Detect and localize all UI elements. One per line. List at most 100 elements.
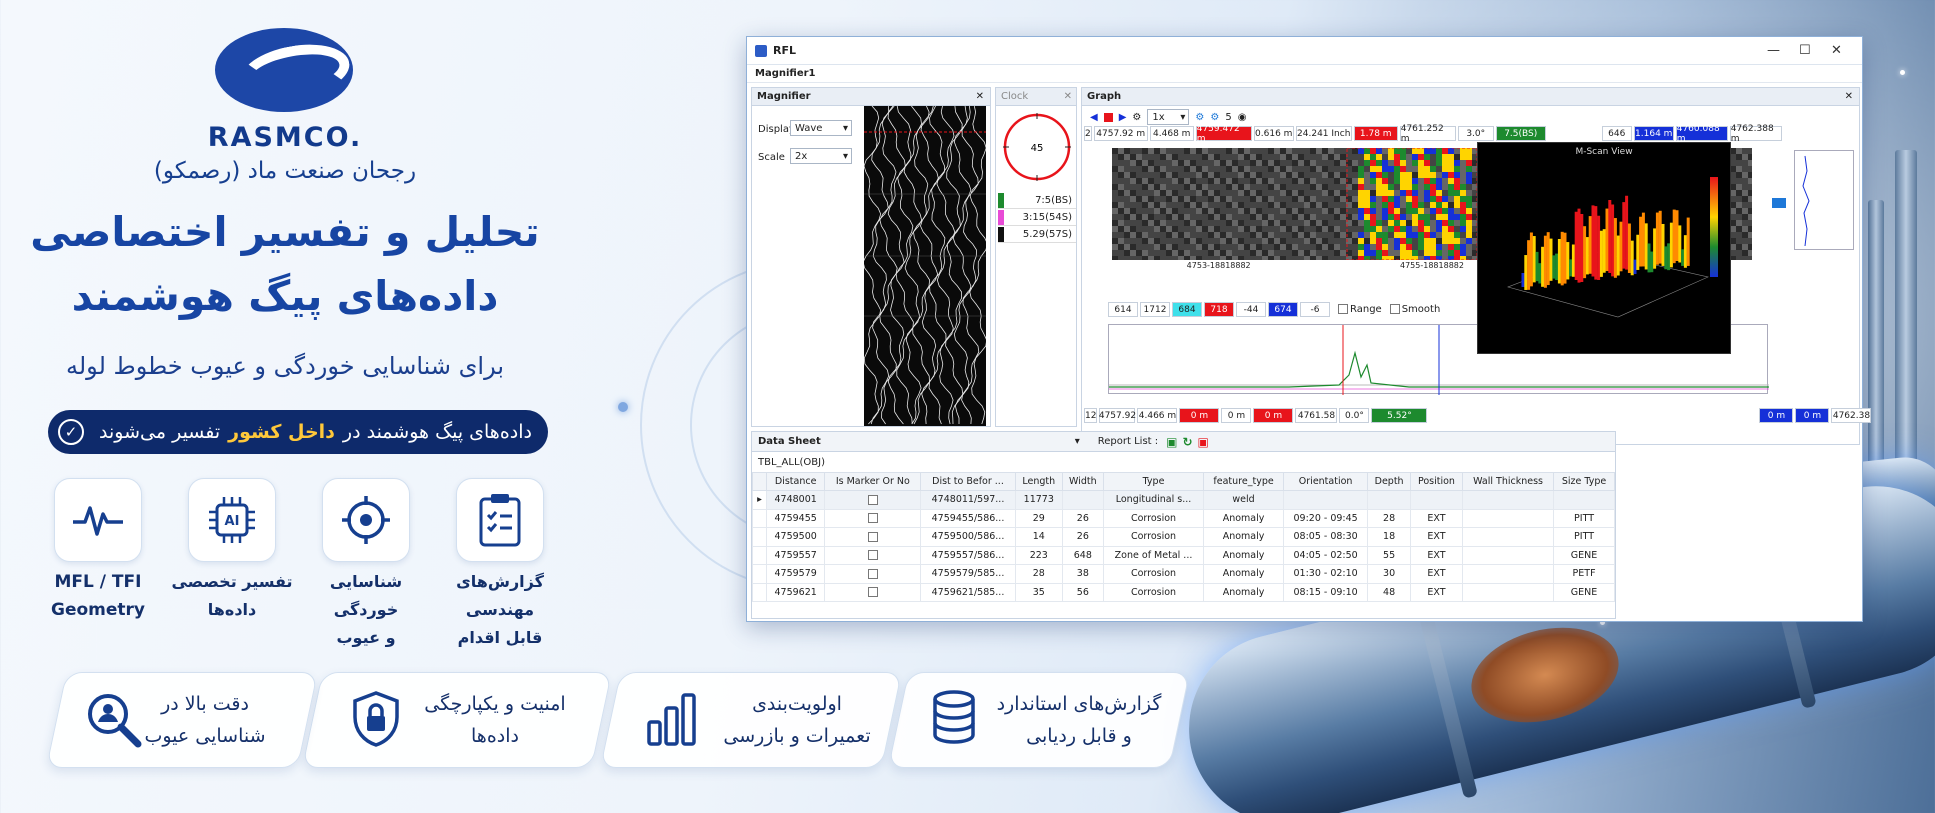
minimize-icon[interactable]: —	[1767, 43, 1780, 58]
column-header[interactable]: feature_type	[1203, 472, 1284, 491]
maximize-icon[interactable]: ☐	[1799, 43, 1811, 58]
table-cell: 28	[1367, 508, 1411, 528]
measure-cell: 646	[1601, 126, 1632, 141]
row-selector[interactable]	[752, 564, 767, 584]
row-selector[interactable]	[752, 508, 767, 528]
column-header[interactable]: Type	[1102, 472, 1205, 491]
column-header[interactable]: Position	[1409, 472, 1464, 491]
column-header[interactable]: Width	[1061, 472, 1104, 491]
feature-line1: شناسایی خوردگی	[329, 572, 403, 619]
column-header[interactable]: Is Marker Or No	[824, 472, 922, 491]
target-crosshair-icon	[322, 478, 410, 562]
smooth-checkbox[interactable]: Smooth	[1389, 304, 1440, 315]
display-value: Wave	[795, 122, 823, 134]
card-line1: دقت بالا در	[161, 693, 249, 715]
feature-line2: قابل اقدام	[457, 628, 543, 647]
export-pdf-icon[interactable]: ▣	[1198, 435, 1209, 449]
row-selector-header	[752, 472, 767, 491]
table-cell: 4759500/586...	[920, 527, 1016, 547]
table-row[interactable]: 4759579 4759579/585... 28 38 Corrosion Anomal…	[752, 564, 1615, 584]
close-icon[interactable]: ✕	[1064, 91, 1072, 102]
column-header[interactable]: Orientation	[1282, 472, 1369, 491]
waveform-view[interactable]	[862, 105, 988, 426]
marker-checkbox[interactable]	[867, 494, 878, 505]
table-row[interactable]: 4759455 4759455/586... 29 26 Corrosion Anomal…	[752, 508, 1615, 528]
gear-icon[interactable]: ⚙	[1132, 112, 1141, 123]
table-cell: EXT	[1409, 527, 1464, 547]
table-cell: Anomaly	[1203, 508, 1284, 528]
table-cell: GENE	[1553, 582, 1615, 602]
play-icon[interactable]: ▶	[1119, 112, 1127, 123]
column-header[interactable]: Size Type	[1553, 472, 1615, 491]
row-selector[interactable]	[752, 582, 767, 602]
marker-checkbox[interactable]	[867, 587, 878, 598]
mscan-3d-view[interactable]: M-Scan View	[1477, 142, 1731, 354]
column-header[interactable]: Length	[1014, 472, 1063, 491]
refresh-icon[interactable]: ↻	[1182, 435, 1192, 449]
table-row[interactable]: 4759557 4759557/586... 223 648 Zone of Metal…	[752, 545, 1615, 565]
column-header[interactable]: Wall Thickness	[1462, 472, 1555, 491]
settings-icon[interactable]: ⚙	[1195, 112, 1204, 123]
table-row[interactable]: 4759500 4759500/586... 14 26 Corrosion Anomal…	[752, 527, 1615, 547]
close-icon[interactable]: ✕	[976, 91, 984, 102]
table-row[interactable]: 4759621 4759621/585... 35 56 Corrosion Anomal…	[752, 582, 1615, 602]
close-icon[interactable]: ✕	[1831, 43, 1842, 58]
close-icon[interactable]: ✕	[1845, 91, 1853, 102]
table-cell	[1462, 545, 1555, 565]
mscan-title: M-Scan View	[1575, 147, 1633, 157]
table-cell	[824, 545, 922, 565]
table-cell: EXT	[1409, 508, 1464, 528]
row-selector[interactable]	[752, 545, 767, 565]
checkbox[interactable]	[1389, 304, 1400, 314]
camera-icon[interactable]: ◉	[1238, 112, 1247, 123]
table-cell: GENE	[1553, 545, 1615, 565]
measure-cell: 0 m	[1221, 408, 1252, 423]
feature-line1: تفسیر تخصصی	[171, 572, 293, 591]
row-selector[interactable]	[752, 527, 767, 547]
table-cell: Corrosion	[1102, 564, 1205, 584]
column-header[interactable]: Distance	[765, 472, 826, 491]
measure-cell: 1.164 m	[1633, 126, 1674, 141]
measure-cell: 4759.472 m	[1195, 124, 1252, 144]
marker-checkbox[interactable]	[867, 568, 878, 579]
table-cell: PETF	[1553, 564, 1615, 584]
table-cell	[824, 527, 922, 547]
clipboard-checklist-icon	[456, 478, 544, 562]
table-row[interactable]: ▸ 4748001 4748011/597... 11773 Longitudinal …	[752, 490, 1615, 510]
toolbar-number: 5	[1225, 111, 1232, 123]
checkbox[interactable]	[1338, 304, 1348, 314]
step-back-icon[interactable]: ◀	[1090, 112, 1098, 123]
card-line2: داده‌ها	[471, 725, 519, 747]
table-cell: Anomaly	[1203, 527, 1284, 547]
scale-select[interactable]: 2x ▾	[790, 148, 852, 164]
brand-name: رجحان صنعت ماد (رصمکو)	[153, 158, 417, 184]
amplitude-cell: 684	[1172, 302, 1202, 317]
marker-checkbox[interactable]	[867, 550, 878, 561]
marker-checkbox[interactable]	[867, 513, 878, 524]
display-select[interactable]: Wave ▾	[790, 120, 852, 136]
table-cell: Zone of Metal ...	[1102, 545, 1205, 565]
export-excel-icon[interactable]: ▣	[1166, 435, 1177, 449]
chevron-down-icon[interactable]: ▾	[1075, 436, 1080, 447]
feature-label-2: شناسایی خوردگی و عیوب	[296, 568, 436, 652]
marker-checkbox[interactable]	[867, 531, 878, 542]
stop-icon[interactable]	[1103, 112, 1113, 122]
feature-line2: و عیوب	[336, 628, 396, 647]
feature-line1: گزارش‌های مهندسی	[456, 572, 544, 619]
headline-subtitle: برای شناسایی خوردگی و عیوب خطوط لوله	[65, 352, 504, 380]
amplitude-cell: 718	[1204, 302, 1234, 317]
row-selector[interactable]: ▸	[752, 490, 767, 510]
column-header[interactable]: Depth	[1367, 472, 1411, 491]
column-header[interactable]: Dist to Befor ...	[920, 472, 1016, 491]
scale-label: Scale	[758, 152, 785, 163]
legend-item: 3:15(54S)	[998, 209, 1076, 226]
clock-header: Clock ✕	[996, 88, 1076, 106]
graph-title: Graph	[1087, 91, 1122, 102]
table-cell	[824, 564, 922, 584]
range-checkbox[interactable]: Range	[1338, 304, 1382, 315]
table-cell	[1061, 490, 1104, 510]
settings-icon[interactable]: ⚙	[1210, 112, 1219, 123]
speed-select[interactable]: 1x ▾	[1147, 109, 1190, 125]
scroll-handle[interactable]	[1772, 198, 1786, 208]
tab-magnifier1[interactable]: Magnifier1	[747, 65, 1862, 83]
